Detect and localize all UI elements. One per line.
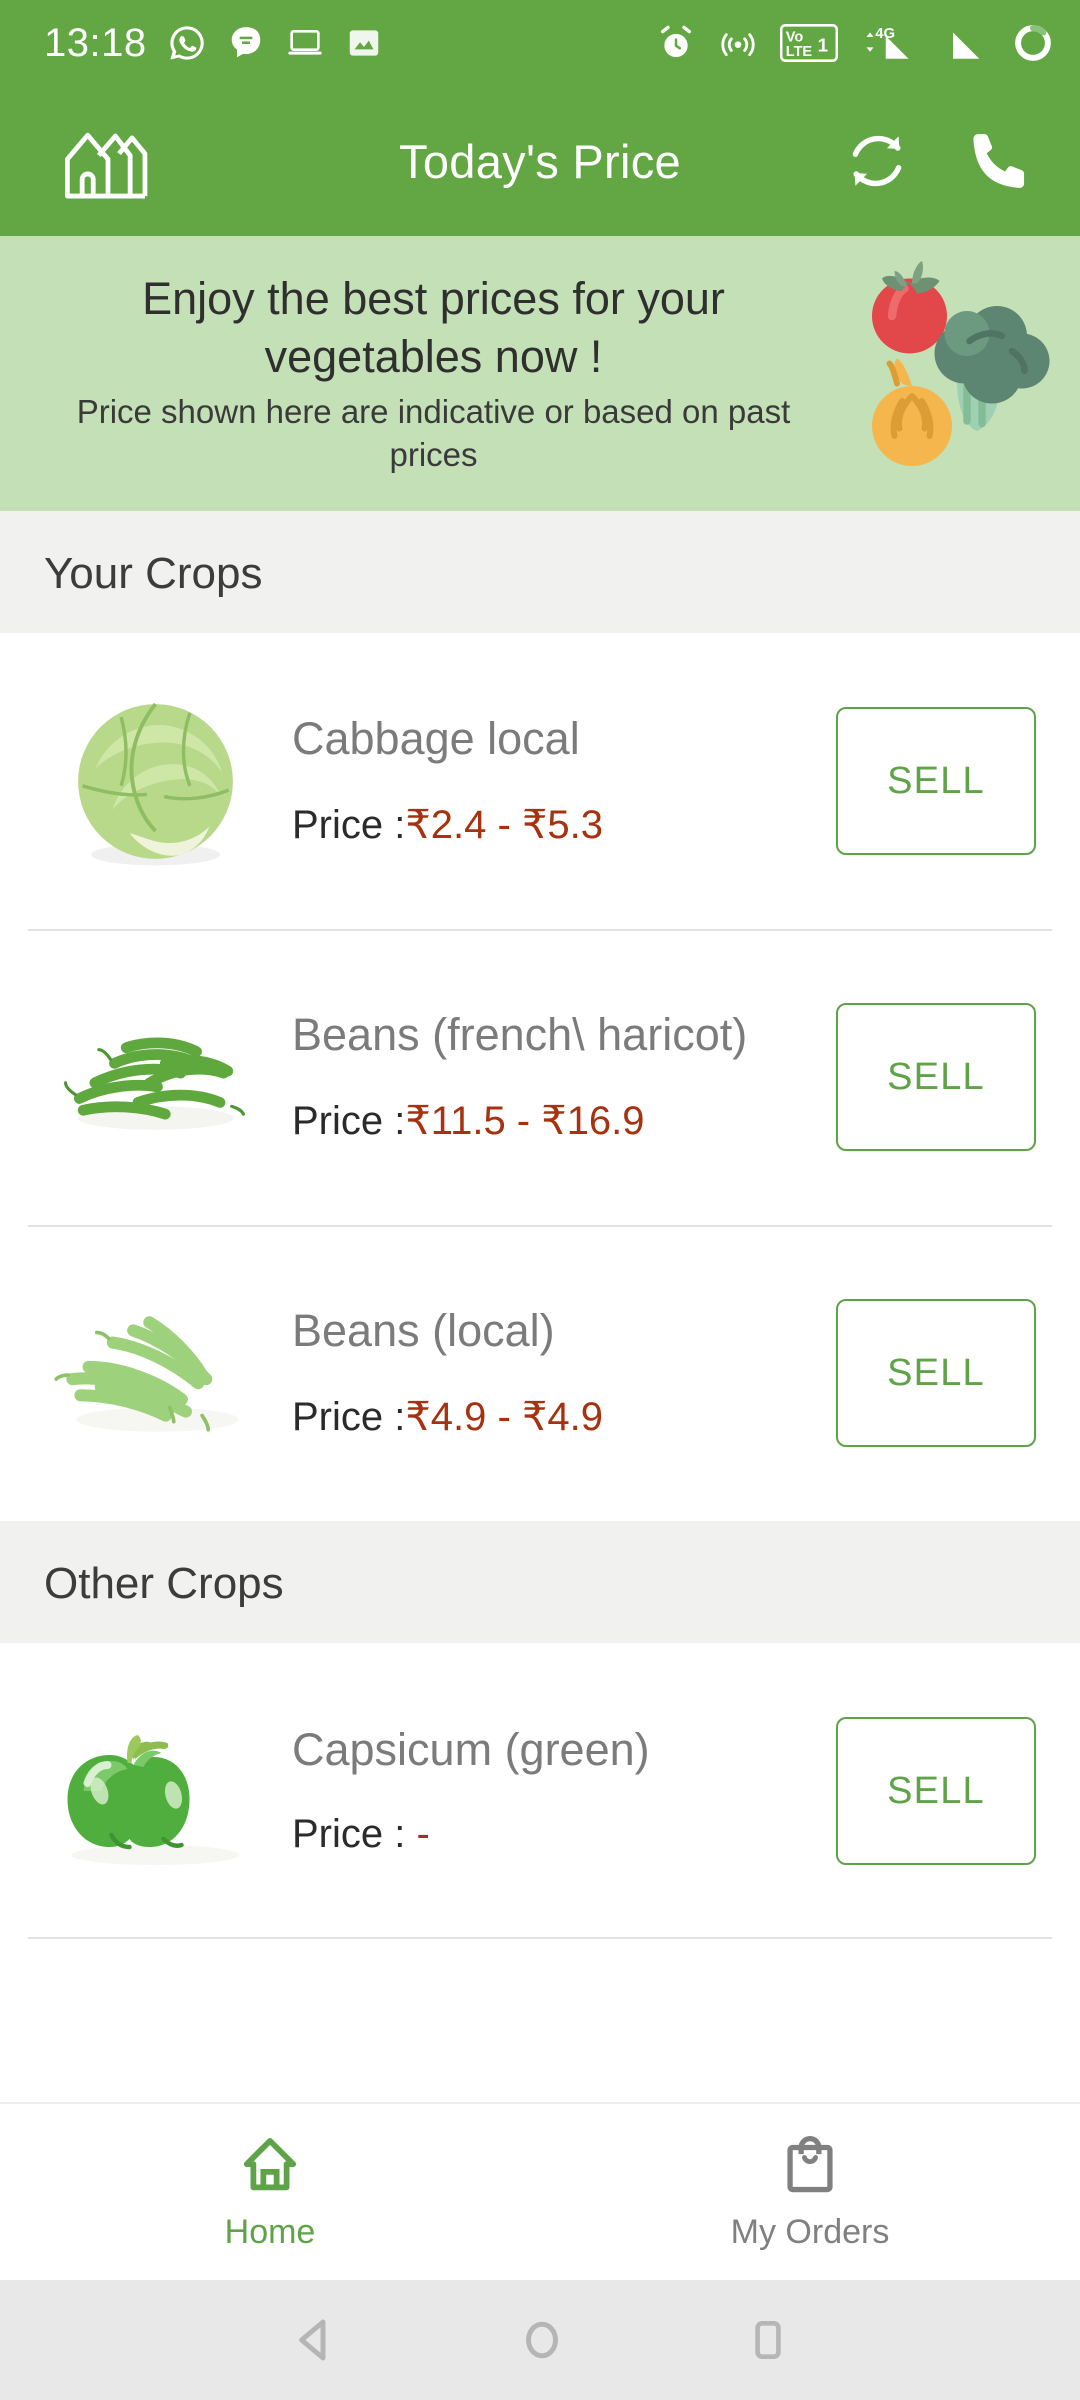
nav-item-home[interactable]: Home bbox=[0, 2132, 540, 2252]
nav-label-my-orders: My Orders bbox=[730, 2213, 890, 2251]
crop-price-value: ₹2.4 - ₹5.3 bbox=[405, 802, 604, 847]
french-beans-image bbox=[40, 962, 270, 1192]
home-icon bbox=[239, 2132, 301, 2199]
cast-icon bbox=[718, 23, 758, 63]
recents-square-icon[interactable] bbox=[743, 2315, 793, 2365]
crop-price-label: Price : bbox=[292, 1098, 406, 1143]
crop-price: Price : - bbox=[292, 1812, 836, 1857]
app-screen: 13:18 Vo LTE 1 4G Today's Price Enjoy th… bbox=[0, 0, 1080, 2400]
status-bar-left: 13:18 bbox=[44, 21, 383, 66]
sell-button[interactable]: SELL bbox=[836, 1003, 1036, 1151]
volte-1-icon: Vo LTE 1 bbox=[780, 23, 838, 63]
promo-headline: Enjoy the best prices for your vegetable… bbox=[142, 273, 725, 382]
section-title: Other Crops bbox=[44, 1559, 284, 1608]
alarm-icon bbox=[656, 23, 696, 63]
phone-icon[interactable] bbox=[962, 123, 1038, 199]
crop-price-label: Price : bbox=[292, 1812, 417, 1857]
green-capsicum-image bbox=[40, 1676, 270, 1906]
crop-price-value: - bbox=[416, 1812, 430, 1857]
android-navigation-bar bbox=[0, 2280, 1080, 2400]
whatsapp-icon bbox=[167, 23, 207, 63]
status-bar-right: Vo LTE 1 4G bbox=[656, 22, 1054, 64]
sell-button[interactable]: SELL bbox=[836, 1717, 1036, 1865]
cabbage-image bbox=[40, 666, 270, 896]
chat-bubble-icon bbox=[227, 24, 265, 62]
section-header-your-crops: Your Crops bbox=[0, 511, 1080, 633]
svg-text:LTE: LTE bbox=[786, 44, 813, 60]
promo-subtext: Price shown here are indicative or based… bbox=[76, 393, 791, 474]
crop-info: Capsicum (green) Price : - bbox=[270, 1725, 836, 1858]
image-icon bbox=[345, 24, 383, 62]
your-crops-list: Cabbage local Price :₹2.4 - ₹5.3 SELL Be… bbox=[0, 633, 1080, 1521]
bottom-navigation: Home My Orders bbox=[0, 2102, 1080, 2280]
status-clock: 13:18 bbox=[44, 20, 147, 65]
crop-info: Beans (french\ haricot) Price :₹11.5 - ₹… bbox=[270, 1010, 836, 1144]
crop-row[interactable]: Beans (french\ haricot) Price :₹11.5 - ₹… bbox=[0, 929, 1080, 1225]
status-bar: 13:18 Vo LTE 1 4G bbox=[0, 0, 1080, 86]
sell-button[interactable]: SELL bbox=[836, 707, 1036, 855]
nav-label-home: Home bbox=[224, 2213, 316, 2251]
crop-price-value: ₹4.9 - ₹4.9 bbox=[405, 1394, 604, 1439]
refresh-icon[interactable] bbox=[838, 122, 916, 200]
section-title: Your Crops bbox=[44, 549, 263, 598]
sell-button[interactable]: SELL bbox=[836, 1299, 1036, 1447]
crop-row[interactable]: Cabbage local Price :₹2.4 - ₹5.3 SELL bbox=[0, 633, 1080, 929]
section-header-other-crops: Other Crops bbox=[0, 1521, 1080, 1643]
content-spacer bbox=[0, 1939, 1080, 2102]
signal-4g-icon: 4G bbox=[860, 22, 922, 64]
crop-price-label: Price : bbox=[292, 802, 406, 847]
crop-price: Price :₹2.4 - ₹5.3 bbox=[292, 802, 836, 848]
other-crops-list: Capsicum (green) Price : - SELL bbox=[0, 1643, 1080, 1939]
crop-name: Cabbage local bbox=[292, 713, 580, 765]
laptop-icon bbox=[285, 23, 325, 63]
crop-price-label: Price : bbox=[292, 1394, 406, 1439]
vegetables-illustration bbox=[847, 251, 1062, 496]
farmhouse-logo-icon[interactable] bbox=[60, 118, 156, 204]
app-bar: Today's Price bbox=[0, 86, 1080, 236]
shopping-bag-icon bbox=[781, 2132, 839, 2199]
crop-info: Beans (local) Price :₹4.9 - ₹4.9 bbox=[270, 1306, 836, 1440]
crop-price: Price :₹4.9 - ₹4.9 bbox=[292, 1394, 836, 1440]
home-circle-icon[interactable] bbox=[515, 2313, 569, 2367]
crop-price-value: ₹11.5 - ₹16.9 bbox=[405, 1098, 645, 1143]
svg-text:4G: 4G bbox=[875, 26, 895, 42]
battery-icon bbox=[1012, 22, 1054, 64]
crop-info: Cabbage local Price :₹2.4 - ₹5.3 bbox=[270, 714, 836, 848]
nav-item-my-orders[interactable]: My Orders bbox=[540, 2132, 1080, 2252]
local-beans-image bbox=[40, 1258, 270, 1488]
crop-name: Beans (local) bbox=[292, 1305, 555, 1357]
promo-banner: Enjoy the best prices for your vegetable… bbox=[0, 236, 1080, 511]
crop-row[interactable]: Beans (local) Price :₹4.9 - ₹4.9 SELL bbox=[0, 1225, 1080, 1521]
crop-name: Capsicum (green) bbox=[292, 1723, 650, 1775]
crop-name: Beans (french\ haricot) bbox=[292, 1009, 748, 1061]
crop-price: Price :₹11.5 - ₹16.9 bbox=[292, 1098, 836, 1144]
promo-banner-text: Enjoy the best prices for your vegetable… bbox=[0, 270, 847, 477]
back-triangle-icon[interactable] bbox=[287, 2313, 341, 2367]
crop-row[interactable]: Capsicum (green) Price : - SELL bbox=[0, 1643, 1080, 1939]
signal-icon bbox=[944, 22, 990, 64]
svg-text:1: 1 bbox=[818, 35, 828, 56]
app-bar-actions bbox=[838, 122, 1038, 200]
